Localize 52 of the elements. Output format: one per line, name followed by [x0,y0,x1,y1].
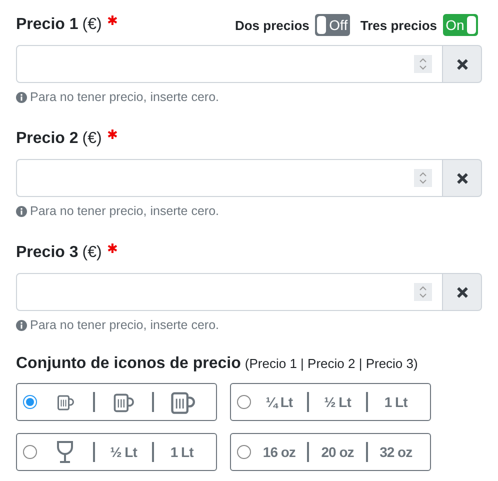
radio-button[interactable] [237,395,251,409]
radio-button[interactable] [23,445,37,459]
unit-label: (€) [82,244,102,262]
size-label: 20 oz [321,444,354,460]
icon-set-option[interactable] [16,383,217,421]
hint-text: Para no tener precio, inserte cero. [30,90,219,104]
info-icon [16,206,27,216]
close-icon [456,172,468,184]
radio-button[interactable] [237,445,251,459]
icon-set-option[interactable]: ¼ Lt ½ Lt 1 Lt [230,383,431,421]
spinner-icon[interactable] [414,169,432,187]
size-label: 1 Lt [170,444,194,460]
clear-button[interactable] [443,45,482,83]
radio-button[interactable] [23,395,37,409]
clear-button[interactable] [443,159,482,197]
price-input[interactable] [16,273,443,311]
price-input[interactable] [16,159,443,197]
section-title: Conjunto de iconos de precio [16,355,241,373]
toggle-switch[interactable]: On [443,14,478,36]
close-icon [456,58,468,70]
toggle-switch[interactable]: Off [315,14,350,36]
field-label: Precio 2 [16,130,78,148]
required-mark: ✱ [106,240,118,256]
unit-label: (€) [82,130,102,148]
hint-text: Para no tener precio, inserte cero. [30,318,219,332]
size-label: ¼ Lt [266,394,293,410]
size-label: 32 oz [380,444,412,460]
info-icon [16,92,27,102]
size-label: 1 Lt [384,394,408,410]
required-mark: ✱ [106,126,118,142]
field-label: Precio 3 [16,244,78,262]
spinner-icon[interactable] [414,55,432,73]
info-icon [16,320,27,330]
field-label: Precio 1 [16,16,78,34]
size-label: ½ Lt [110,444,137,460]
spinner-icon[interactable] [414,283,432,301]
mug-icon [56,393,74,411]
hint-text: Para no tener precio, inserte cero. [30,204,219,218]
clear-button[interactable] [443,273,482,311]
toggle-label: Dos precios [234,18,310,32]
icon-set-option[interactable]: 16 oz 20 oz 32 oz [230,433,431,471]
size-label: 16 oz [262,444,296,460]
price-input[interactable] [16,45,443,83]
required-mark: ✱ [106,12,118,28]
toggle-label: Tres precios [360,18,437,32]
wine-glass-icon [56,441,74,463]
section-subtitle: (Precio 1 | Precio 2 | Precio 3) [244,356,418,371]
size-label: ½ Lt [324,394,351,410]
close-icon [456,286,468,298]
unit-label: (€) [82,16,102,34]
mug-icon [112,391,134,413]
icon-set-option[interactable]: ½ Lt 1 Lt [16,433,217,471]
